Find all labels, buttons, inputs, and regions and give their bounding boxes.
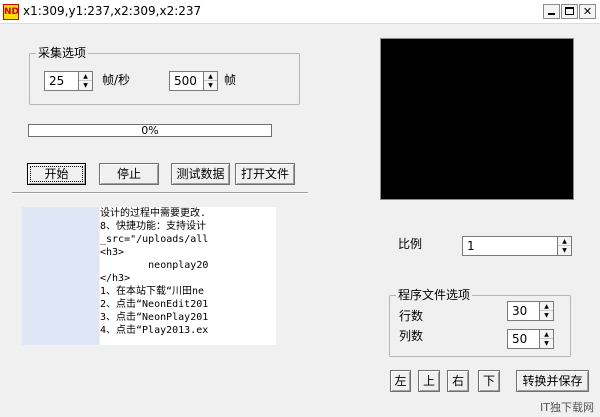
frames-value: 500	[174, 74, 197, 88]
fps-value: 25	[49, 74, 65, 88]
cols-spin-arrows[interactable]: ▲ ▼	[539, 329, 554, 349]
minimize-icon	[548, 13, 555, 15]
spin-up-icon[interactable]: ▲	[540, 330, 553, 339]
spin-down-icon[interactable]: ▼	[558, 246, 571, 255]
divider	[12, 192, 308, 194]
text-line: _src="/uploads/all	[100, 234, 209, 245]
video-preview	[380, 38, 574, 200]
program-options-legend: 程序文件选项	[396, 288, 473, 302]
open-file-button[interactable]: 打开文件	[235, 163, 295, 185]
capture-progress-bar: 0%	[28, 124, 272, 137]
down-button[interactable]: 下	[478, 370, 500, 392]
close-button[interactable]: ✕	[579, 4, 596, 19]
rows-value: 30	[512, 304, 528, 318]
frames-spinner[interactable]: 500 ▲ ▼	[169, 71, 218, 91]
cols-value: 50	[512, 332, 528, 346]
cols-label: 列数	[399, 329, 424, 343]
ratio-label: 比例	[398, 237, 423, 251]
convert-save-button[interactable]: 转换并保存	[516, 370, 589, 392]
spin-up-icon[interactable]: ▲	[558, 237, 571, 246]
title-bar: ND x1:309,y1:237,x2:309,x2:237 ✕	[0, 0, 600, 24]
text-line: 3、点击“NeonPlay201	[100, 312, 209, 323]
text-view[interactable]: 设计的过程中需要更改. 8、快捷功能：支持设计 _src="/uploads/a…	[100, 207, 276, 345]
spin-down-icon[interactable]: ▼	[540, 339, 553, 348]
up-button[interactable]: 上	[418, 370, 440, 392]
rows-spin-arrows[interactable]: ▲ ▼	[539, 301, 554, 321]
thumbnail-panel	[22, 207, 99, 345]
text-line: </h3>	[100, 273, 131, 284]
app-icon: ND	[3, 4, 19, 20]
maximize-icon	[565, 7, 574, 15]
spin-up-icon[interactable]: ▲	[204, 72, 217, 81]
close-icon: ✕	[582, 5, 593, 18]
maximize-button[interactable]	[561, 4, 578, 19]
fps-unit-label: 帧/秒	[102, 73, 131, 87]
rows-spinner[interactable]: 30 ▲ ▼	[507, 301, 554, 321]
ratio-spin-arrows[interactable]: ▲ ▼	[557, 236, 572, 256]
stop-button[interactable]: 停止	[99, 163, 159, 185]
text-line: 8、快捷功能：支持设计	[100, 221, 207, 232]
spin-up-icon[interactable]: ▲	[540, 302, 553, 311]
test-data-button[interactable]: 测试数据	[171, 163, 230, 185]
fps-spinner[interactable]: 25 ▲ ▼	[44, 71, 93, 91]
frames-spin-arrows[interactable]: ▲ ▼	[203, 71, 218, 91]
text-line: <h3>	[100, 247, 125, 258]
ratio-value: 1	[467, 239, 475, 253]
spin-down-icon[interactable]: ▼	[540, 311, 553, 320]
right-button[interactable]: 右	[447, 370, 469, 392]
left-button[interactable]: 左	[390, 370, 411, 392]
cols-spinner[interactable]: 50 ▲ ▼	[507, 329, 554, 349]
progress-percent: 0%	[141, 124, 159, 137]
text-line: 1、在本站下载“川田ne	[100, 286, 205, 297]
rows-label: 行数	[399, 309, 424, 323]
frames-unit-label: 帧	[224, 73, 237, 87]
spin-down-icon[interactable]: ▼	[204, 81, 217, 90]
ratio-spinner[interactable]: 1 ▲ ▼	[462, 236, 572, 256]
text-line: 4、点击“Play2013.ex	[100, 325, 209, 336]
fps-spin-arrows[interactable]: ▲ ▼	[78, 71, 93, 91]
text-line: neonplay20	[100, 260, 209, 271]
minimize-button[interactable]	[543, 4, 560, 19]
watermark: IT独下载网	[540, 401, 594, 414]
spin-down-icon[interactable]: ▼	[79, 81, 92, 90]
text-line: 设计的过程中需要更改.	[100, 208, 207, 219]
text-line: 2、点击“NeonEdit201	[100, 299, 209, 310]
spin-up-icon[interactable]: ▲	[79, 72, 92, 81]
window-title: x1:309,y1:237,x2:309,x2:237	[23, 4, 202, 18]
capture-options-legend: 采集选项	[36, 46, 89, 60]
start-button[interactable]: 开始	[27, 163, 86, 185]
